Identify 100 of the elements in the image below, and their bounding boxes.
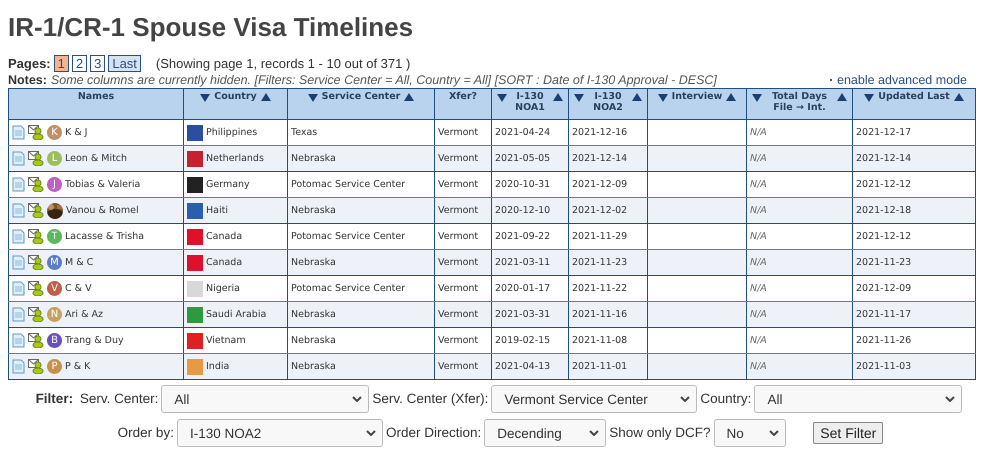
sort-down-icon[interactable] [308, 93, 318, 102]
message-user-icon[interactable] [28, 255, 44, 270]
sort-down-icon[interactable] [497, 93, 507, 102]
message-user-icon[interactable] [28, 125, 44, 140]
total-days-cell: N/A [750, 205, 767, 216]
sort-up-icon[interactable] [632, 93, 642, 102]
page-title: IR-1/CR-1 Spouse Visa Timelines [8, 12, 414, 43]
updated-cell: 2021-11-17 [856, 309, 912, 320]
filter-field-label: Order Direction: [386, 425, 482, 440]
country-cell: Philippines [206, 127, 258, 138]
column-header: I-130 NOA1 [514, 91, 546, 113]
sort-up-icon[interactable] [837, 93, 847, 102]
document-icon[interactable] [12, 177, 25, 192]
service-center-cell: Nebraska [291, 361, 336, 372]
document-icon[interactable] [12, 307, 25, 322]
xfer-cell: Vermont [438, 205, 478, 216]
avatar-icon: M [47, 255, 62, 270]
filter-dropdown[interactable]: I-130 NOA2 [176, 419, 383, 448]
column-header: Country [214, 91, 257, 102]
caret-icon [589, 430, 600, 436]
names-link[interactable]: Trang & Duy [65, 335, 124, 346]
document-icon[interactable] [12, 281, 25, 296]
document-icon[interactable] [12, 333, 25, 348]
message-user-icon[interactable] [28, 229, 44, 244]
column-header: I-130 NOA2 [592, 91, 624, 113]
total-days-cell: N/A [750, 335, 767, 346]
names-link[interactable]: K & J [65, 127, 88, 138]
service-center-cell: Texas [291, 127, 318, 138]
country-cell: Canada [206, 231, 242, 242]
names-link[interactable]: Tobias & Valeria [65, 179, 140, 190]
message-user-icon[interactable] [28, 281, 44, 296]
updated-cell: 2021-12-17 [856, 127, 912, 138]
updated-cell: 2021-12-12 [856, 231, 912, 242]
service-center-cell: Nebraska [291, 335, 336, 346]
document-icon[interactable] [12, 151, 25, 166]
message-user-icon[interactable] [28, 359, 44, 374]
noa1-cell: 2020-12-10 [495, 205, 550, 216]
records-summary: (Showing page 1, records 1 - 10 out of 371 ) [156, 56, 410, 71]
advanced-mode-link[interactable]: enable advanced mode [837, 73, 967, 87]
avatar-icon: B [47, 333, 62, 348]
sort-up-icon[interactable] [260, 93, 271, 102]
filter-dropdown[interactable]: All [754, 385, 962, 414]
country-cell: Saudi Arabia [206, 309, 266, 320]
message-user-icon[interactable] [28, 203, 44, 218]
filter-field-label: Show only DCF? [609, 425, 711, 440]
message-user-icon[interactable] [28, 333, 44, 348]
avatar-icon: N [47, 307, 62, 322]
filter-dropdown[interactable]: Vermont Service Center [491, 385, 698, 414]
filter-dropdown[interactable]: No [714, 419, 786, 448]
updated-cell: 2021-11-26 [856, 335, 912, 346]
names-link[interactable]: C & V [65, 283, 92, 294]
total-days-cell: N/A [750, 153, 767, 164]
message-user-icon[interactable] [28, 177, 44, 192]
filter-dropdown[interactable]: All [161, 385, 370, 414]
names-link[interactable]: P & K [65, 361, 90, 372]
names-link[interactable]: Ari & Az [65, 309, 103, 320]
noa1-cell: 2020-01-17 [495, 283, 550, 294]
page-link[interactable]: 1 [54, 55, 69, 72]
sort-down-icon[interactable] [658, 93, 668, 102]
total-days-cell: N/A [750, 231, 767, 242]
updated-cell: 2021-12-12 [856, 179, 912, 190]
column-header: Service Center [322, 91, 400, 102]
sort-up-icon[interactable] [726, 93, 736, 102]
message-user-icon[interactable] [28, 307, 44, 322]
total-days-cell: N/A [750, 127, 767, 138]
document-icon[interactable] [12, 359, 25, 374]
sort-down-icon[interactable] [752, 93, 762, 102]
noa1-cell: 2021-09-22 [495, 231, 550, 242]
document-icon[interactable] [12, 229, 25, 244]
noa2-cell: 2021-11-22 [572, 283, 628, 294]
names-link[interactable]: Leon & Mitch [65, 153, 128, 164]
noa2-cell: 2021-11-16 [572, 309, 628, 320]
document-icon[interactable] [12, 203, 25, 218]
page-link[interactable]: 2 [72, 55, 88, 72]
names-link[interactable]: Lacasse & Trisha [65, 231, 144, 242]
noa1-cell: 2021-03-11 [495, 257, 550, 268]
document-icon[interactable] [12, 125, 25, 140]
sort-up-icon[interactable] [553, 93, 563, 102]
page-link[interactable]: Last [108, 55, 141, 72]
names-link[interactable]: M & C [65, 257, 94, 268]
xfer-cell: Vermont [438, 127, 478, 138]
message-user-icon[interactable] [28, 151, 44, 166]
sort-down-icon[interactable] [574, 93, 584, 102]
names-link[interactable]: Vanou & Romel [66, 205, 139, 216]
column-header: Names [78, 91, 114, 102]
column-header: Interview [672, 91, 722, 102]
set-filter-button[interactable]: Set Filter [813, 422, 884, 444]
sort-down-icon[interactable] [200, 93, 210, 102]
page-link[interactable]: 3 [90, 55, 106, 72]
service-center-cell: Nebraska [291, 153, 336, 164]
sort-up-icon[interactable] [954, 93, 964, 102]
sort-up-icon[interactable] [404, 93, 414, 102]
total-days-cell: N/A [750, 309, 767, 320]
noa1-cell: 2021-04-24 [495, 127, 550, 138]
total-days-cell: N/A [750, 283, 767, 294]
filter-dropdown[interactable]: Decending [484, 419, 606, 448]
avatar-icon: T [47, 229, 62, 244]
sort-down-icon[interactable] [864, 93, 874, 102]
document-icon[interactable] [12, 255, 25, 270]
country-cell: Vietnam [206, 335, 246, 346]
